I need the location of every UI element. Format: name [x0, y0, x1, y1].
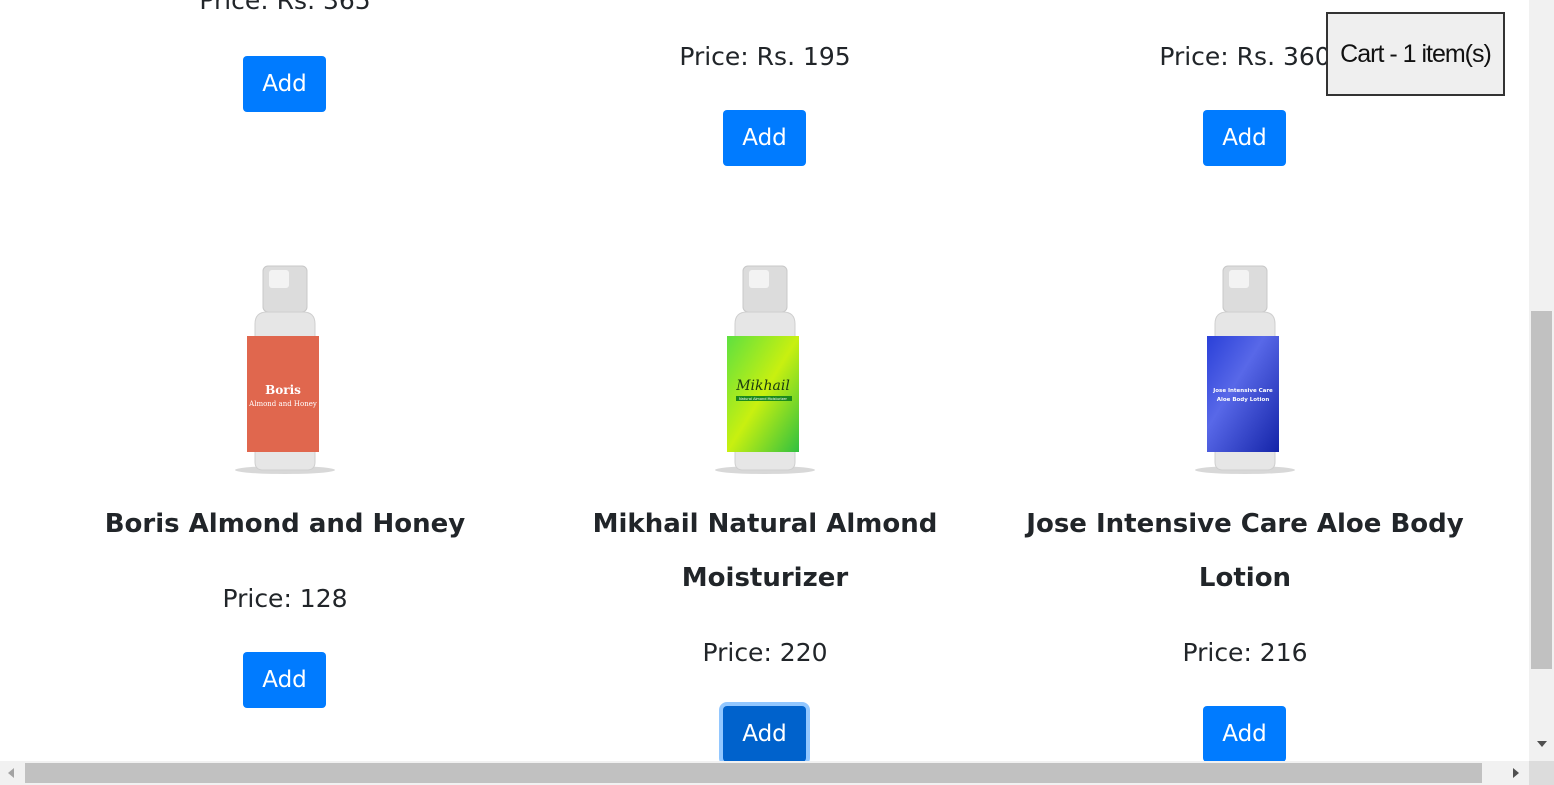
- product-price: Price: 128: [222, 584, 348, 613]
- product-price: Price: 216: [1182, 638, 1308, 667]
- add-to-cart-button[interactable]: Add: [723, 110, 806, 166]
- product-name: Mikhail Natural Almond Moisturizer: [592, 509, 938, 593]
- bottle-brand-text: Jose Intensive Care: [1212, 388, 1273, 394]
- cart-button[interactable]: Cart - 1 item(s): [1326, 12, 1505, 96]
- product-price: Price: Rs. 195: [679, 42, 851, 71]
- bottle-sub-text: Aloe Body Lotion: [1217, 397, 1270, 403]
- vertical-scrollbar[interactable]: [1529, 0, 1554, 761]
- product-name: Boris Almond and Honey: [104, 509, 466, 539]
- add-to-cart-button[interactable]: Add: [1203, 706, 1286, 761]
- add-to-cart-button[interactable]: Add: [243, 652, 326, 708]
- product-image: Mikhail Natural Almond Moisturizer: [715, 265, 815, 474]
- cart-label: Cart - 1 item(s): [1340, 39, 1492, 68]
- product-grid: Price: Rs. 365 Add Price: Rs. 195 Add Pr…: [0, 0, 1529, 761]
- bottle-sub-text: Almond and Honey: [248, 400, 317, 408]
- horizontal-scrollbar-thumb[interactable]: [25, 763, 1482, 783]
- bottle-brand-text: Mikhail: [735, 378, 790, 394]
- scrollbar-corner: [1529, 761, 1554, 785]
- scroll-right-arrow-icon[interactable]: [1513, 768, 1519, 778]
- scroll-down-arrow-icon[interactable]: [1537, 741, 1547, 747]
- scroll-left-arrow-icon[interactable]: [8, 768, 14, 778]
- product-name: Jose Intensive Care Aloe Body Lotion: [1026, 509, 1464, 593]
- add-to-cart-button[interactable]: Add: [1203, 110, 1286, 166]
- add-to-cart-button[interactable]: Add: [723, 706, 806, 761]
- vertical-scrollbar-thumb[interactable]: [1531, 311, 1552, 669]
- add-to-cart-button[interactable]: Add: [243, 56, 326, 112]
- bottle-sub-text: Natural Almond Moisturizer: [739, 397, 787, 401]
- product-price: Price: Rs. 365: [199, 0, 371, 15]
- product-image: Boris Almond and Honey: [235, 265, 335, 474]
- product-price: Price: 220: [702, 638, 828, 667]
- horizontal-scrollbar[interactable]: [0, 761, 1529, 785]
- bottle-brand-text: Boris: [265, 383, 301, 397]
- product-image: Jose Intensive Care Aloe Body Lotion: [1195, 265, 1295, 474]
